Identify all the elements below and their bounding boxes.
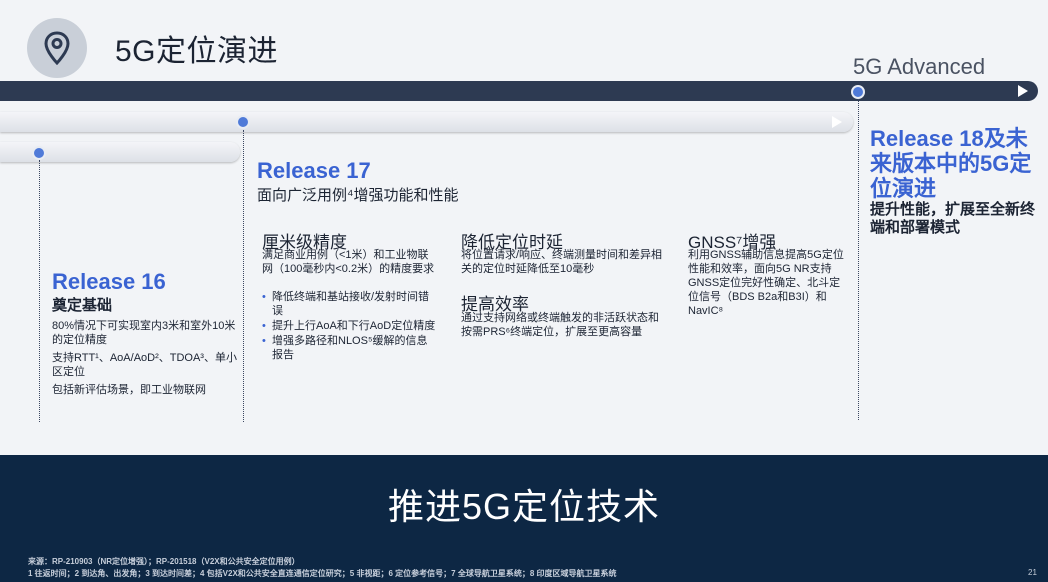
- accuracy-bullet-list: 降低终端和基站接收/发射时间错误 提升上行AoA和下行AoD定位精度 增强多路径…: [262, 290, 437, 363]
- page-number: 21: [1028, 568, 1037, 577]
- release17-subtitle: 面向广泛用例⁴增强功能和性能: [257, 187, 459, 204]
- logo-badge: [27, 18, 87, 78]
- efficiency-section-body: 通过支持网络或终端触发的非活跃状态和按需PRS⁶终端定位，扩展至更高容量: [461, 312, 659, 338]
- release17-title: Release 17: [257, 158, 371, 183]
- release17-connector-line: [243, 130, 244, 422]
- release16-point-scenarios: 包括新评估场景，即工业物联网: [52, 384, 206, 396]
- list-item: 降低终端和基站接收/发射时间错误: [262, 290, 437, 318]
- banner-headline: 推进5G定位技术: [387, 486, 661, 527]
- release16-point-methods: 支持RTT¹、AoA/AoD²、TDOA³、单小区定位: [52, 352, 237, 378]
- arrow-right-icon: [832, 116, 842, 128]
- release18-subtitle: 提升性能，扩展至全新终端和部署模式: [870, 201, 1036, 236]
- source-note: 来源：RP-210903（NR定位增强）；RP-201518（V2X和公共安全定…: [28, 557, 300, 566]
- release16-subtitle: 奠定基础: [52, 297, 113, 314]
- latency-section-body: 将位置请求/响应、终端测量时间和差异相关的定位时延降低至10毫秒: [461, 249, 663, 275]
- release18-marker: [851, 85, 865, 99]
- release16-point-accuracy: 80%情况下可实现室内3米和室外10米的定位精度: [52, 320, 236, 346]
- release16-connector-line: [39, 160, 40, 422]
- page-title: 5G定位演进: [115, 35, 279, 68]
- advanced-label: 5G Advanced: [853, 54, 986, 79]
- list-item: 提升上行AoA和下行AoD定位精度: [262, 319, 437, 333]
- location-pin-icon: [44, 31, 70, 65]
- gnss-section-body: 利用GNSS辅助信息提高5G定位性能和效率，面向5G NR支持GNSS定位完好性…: [688, 249, 844, 317]
- release16-marker: [32, 146, 46, 160]
- footnotes: 1 往返时间；2 到达角、出发角；3 到达时间差；4 包括V2X和公共安全直连通…: [28, 569, 617, 578]
- release16-title: Release 16: [52, 269, 166, 294]
- release18-title: Release 18及未来版本中的5G定位演进: [870, 126, 1032, 201]
- release17-marker: [236, 115, 250, 129]
- timeline-bar-release17: [0, 112, 853, 132]
- release18-connector-line: [858, 98, 859, 420]
- accuracy-section-body: 满足商业用例（<1米）和工业物联网（100毫秒内<0.2米）的精度要求: [262, 249, 435, 275]
- arrow-right-icon: [1018, 85, 1028, 97]
- timeline-bar-advanced: [0, 81, 1038, 101]
- list-item: 增强多路径和NLOS⁵缓解的信息报告: [262, 334, 437, 362]
